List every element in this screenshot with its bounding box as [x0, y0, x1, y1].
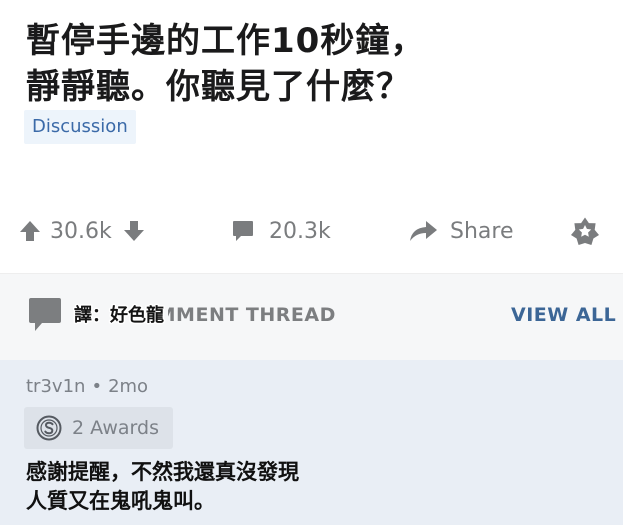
post-title[interactable]: 暫停手邊的工作10秒鐘， 靜靜聽。你聽見了什麼？: [26, 18, 606, 110]
downvote-button[interactable]: [122, 219, 146, 243]
comment-meta: tr3v1n • 2mo: [26, 376, 148, 397]
post-action-bar: 30.6k 20.3k Share: [0, 208, 623, 254]
arrow-up-icon: [20, 221, 40, 241]
comment-body-line-2: 人質又在鬼吼鬼叫。: [26, 489, 215, 513]
comment-body: 感謝提醒，不然我還真沒發現 人質又在鬼吼鬼叫。: [26, 458, 586, 516]
comment-body-line-1: 感謝提醒，不然我還真沒發現: [26, 460, 299, 484]
vote-group: 30.6k: [18, 208, 146, 254]
meta-separator: •: [91, 376, 103, 397]
arrow-down-icon: [123, 221, 144, 241]
comment-count: 20.3k: [269, 218, 331, 244]
single-comment-thread-bar: OMMENT THREAD 譯：好色龍 VIEW ALL: [0, 273, 623, 361]
awards-chip[interactable]: 2 Awards: [24, 407, 173, 449]
share-label: Share: [450, 218, 514, 244]
post-title-line-2: 靜靜聽。你聽見了什麼？: [26, 67, 411, 107]
comment-author[interactable]: tr3v1n: [26, 376, 85, 397]
share-arrow-icon: [410, 221, 437, 241]
silver-award-icon: [36, 415, 62, 441]
comment-bubble-icon: [233, 221, 253, 241]
post-title-line-1: 暫停手邊的工作10秒鐘，: [26, 21, 426, 61]
view-all-link[interactable]: VIEW ALL: [511, 304, 616, 326]
post-flair[interactable]: Discussion: [24, 110, 136, 144]
upvote-count: 30.6k: [50, 218, 112, 244]
comment-thread-icon: [29, 298, 61, 331]
comment: tr3v1n • 2mo 2 Awards 感謝提醒，不然我還真沒發現 人質又在鬼吼…: [0, 360, 623, 525]
upvote-button[interactable]: [18, 219, 42, 243]
comment-age: 2mo: [108, 376, 149, 397]
thread-label: OMMENT THREAD: [140, 304, 336, 326]
award-star-icon: [571, 217, 599, 245]
share-button[interactable]: Share: [408, 208, 514, 254]
awards-count: 2 Awards: [72, 417, 159, 439]
award-button[interactable]: [570, 208, 600, 254]
post-header: 暫停手邊的工作10秒鐘， 靜靜聽。你聽見了什麼？ Discussion 30.6…: [0, 0, 623, 273]
comments-button[interactable]: 20.3k: [231, 208, 331, 254]
translator-watermark: 譯：好色龍: [70, 302, 168, 330]
